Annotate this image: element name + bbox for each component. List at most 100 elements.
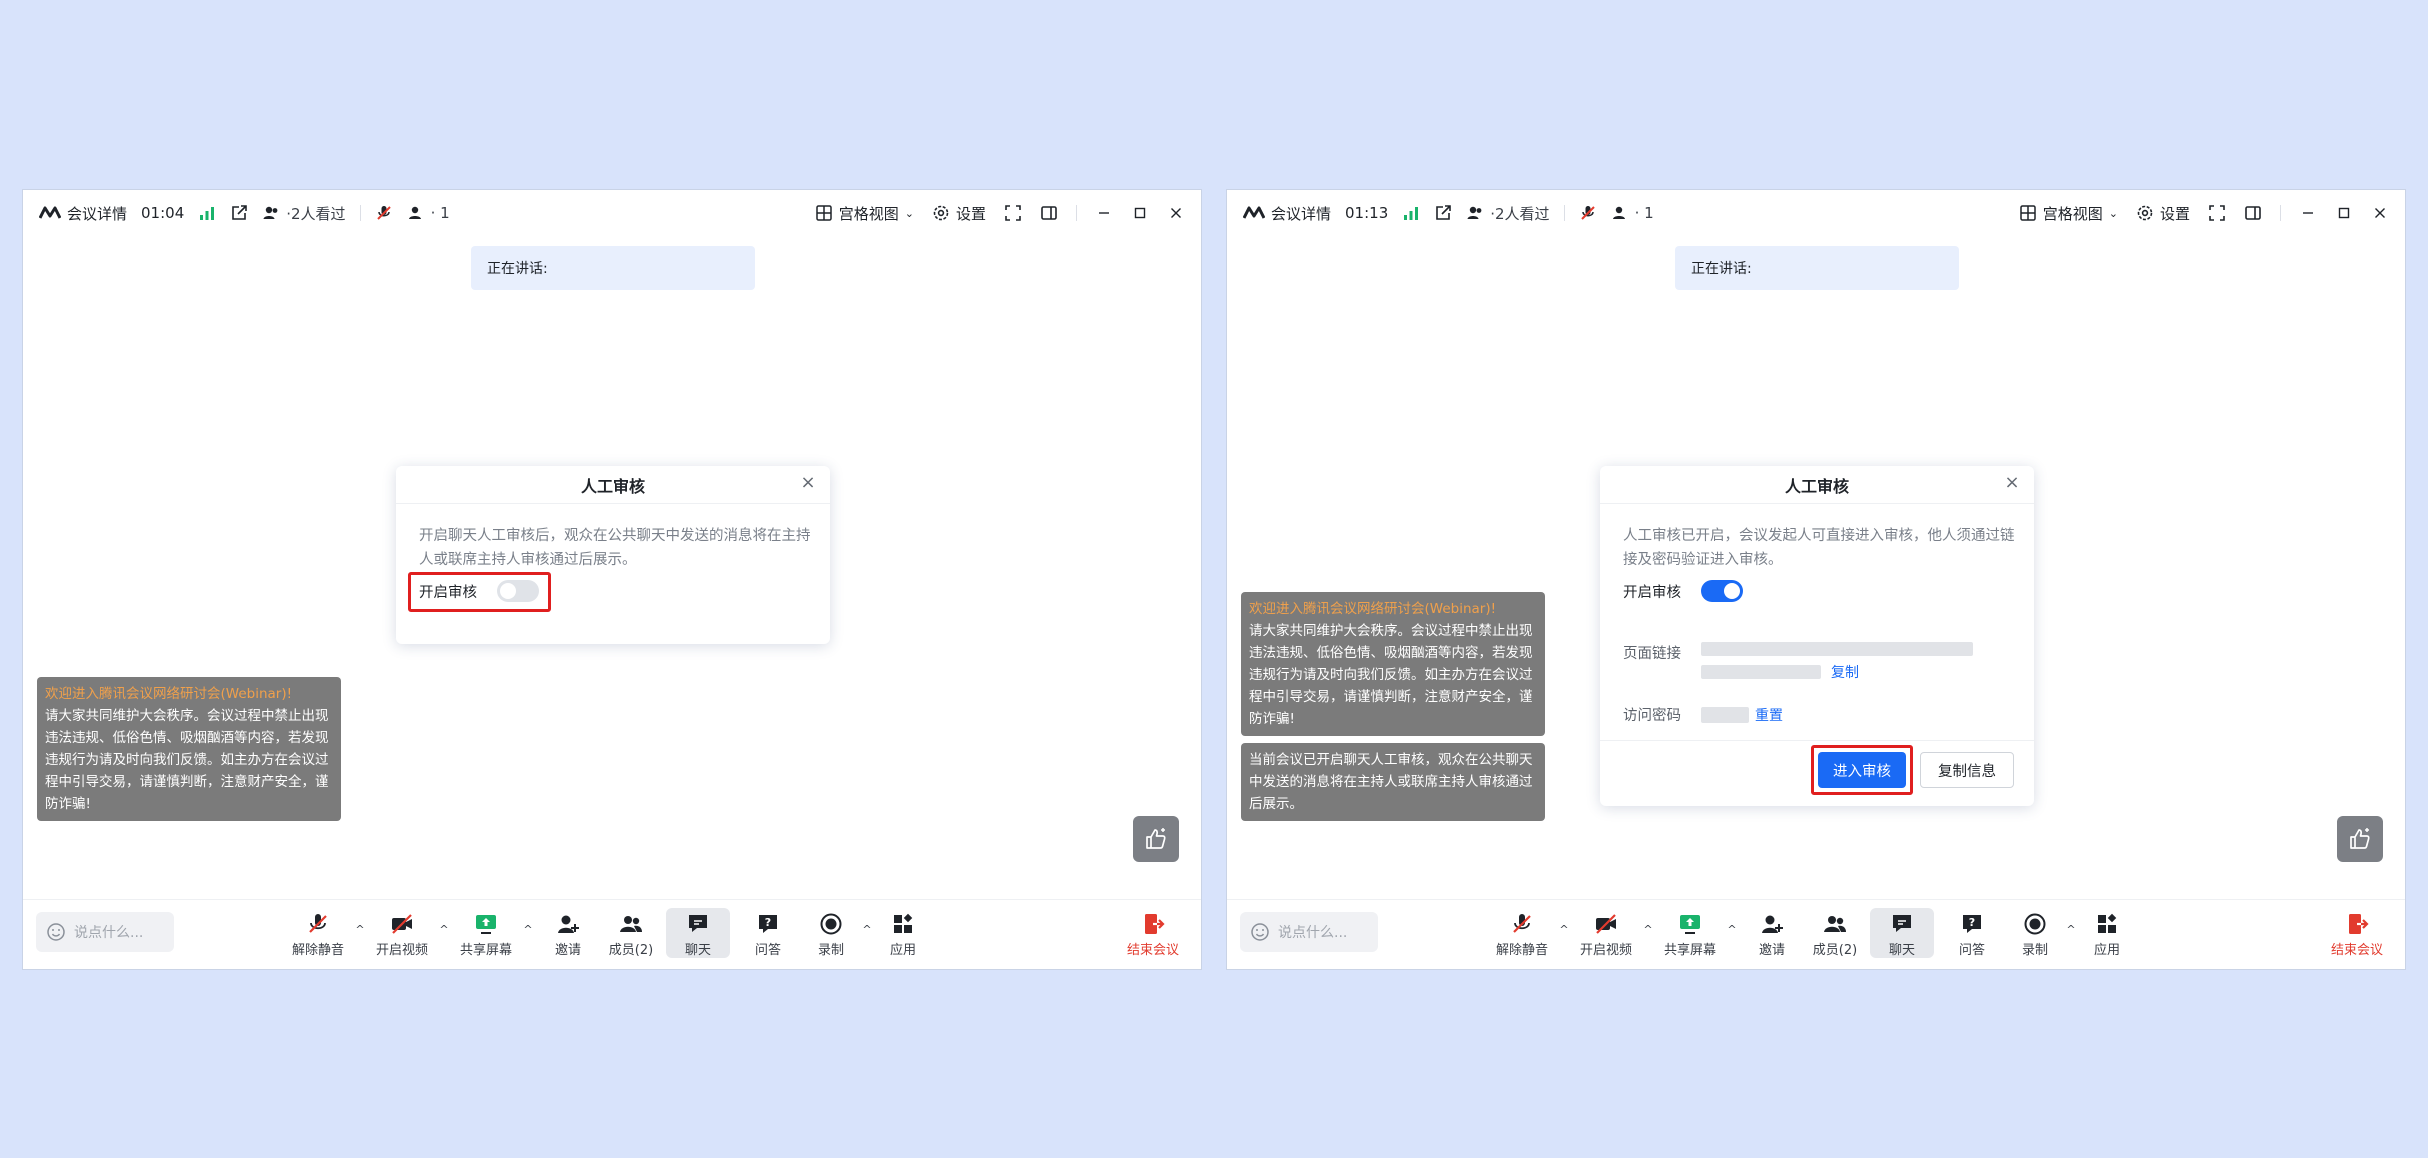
meeting-timer: 01:13	[1345, 204, 1389, 222]
fullscreen-icon[interactable]	[1004, 204, 1022, 222]
close-icon[interactable]	[1167, 204, 1185, 222]
dialog-close-icon[interactable]: ×	[798, 473, 818, 493]
toolbar-buttons: 解除静音 ^ 开启视频 ^ 共享屏幕 ^ 邀请 成员(2) 聊天 ? 问答 录制…	[1492, 908, 2132, 958]
chevron-up-icon: ^	[1727, 923, 1737, 936]
record-button[interactable]: 录制	[806, 908, 856, 958]
sidebar-toggle-icon[interactable]	[1040, 204, 1058, 222]
dialog-close-icon[interactable]: ×	[2002, 473, 2022, 493]
viewers-count[interactable]: ·2人看过	[1466, 203, 1550, 224]
minimize-icon[interactable]	[1095, 204, 1113, 222]
video-options-caret[interactable]: ^	[432, 908, 456, 958]
highlight-box	[1811, 745, 1913, 795]
maximize-icon[interactable]	[1131, 204, 1149, 222]
apps-button[interactable]: 应用	[2082, 908, 2132, 958]
end-meeting-button[interactable]: 结束会议	[1127, 912, 1179, 958]
welcome-body: 请大家共同维护大会秩序。会议过程中禁止出现违法违规、低俗色情、吸烟酗酒等内容，若…	[1249, 623, 1533, 727]
emoji-icon[interactable]	[1250, 922, 1270, 942]
speaking-indicator: 正在讲话:	[1675, 246, 1959, 290]
chat-input[interactable]: 说点什么...	[36, 912, 174, 952]
mic-muted-icon[interactable]	[375, 204, 393, 222]
unmute-options-caret[interactable]: ^	[348, 908, 372, 958]
members-icon	[1824, 916, 1846, 932]
manual-review-dialog: 人工审核 × 人工审核已开启，会议发起人可直接进入审核，他人须通过链接及密码验证…	[1600, 466, 2034, 806]
record-button[interactable]: 录制	[2010, 908, 2060, 958]
chat-button[interactable]: 聊天	[1870, 908, 1934, 958]
end-meeting-button[interactable]: 结束会议	[2331, 912, 2383, 958]
minimize-icon[interactable]	[2299, 204, 2317, 222]
review-enabled-text: 当前会议已开启聊天人工审核，观众在公共聊天中发送的消息将在主持人或联席主持人审核…	[1249, 752, 1533, 812]
share-screen-button[interactable]: 共享屏幕	[456, 908, 516, 958]
apps-button[interactable]: 应用	[878, 908, 928, 958]
record-options-caret[interactable]: ^	[856, 908, 878, 958]
chat-input[interactable]: 说点什么...	[1240, 912, 1378, 952]
reset-password-button[interactable]: 重置	[1755, 705, 1783, 725]
share-out-icon[interactable]	[230, 204, 248, 222]
share-options-caret[interactable]: ^	[516, 908, 540, 958]
share-out-icon[interactable]	[1434, 204, 1452, 222]
start-video-button[interactable]: 开启视频	[1576, 908, 1636, 958]
unmute-button[interactable]: 解除静音	[1492, 908, 1552, 958]
qa-label: 问答	[754, 943, 781, 958]
camera-off-icon	[1596, 914, 1616, 934]
attendee-count-label: · 1	[430, 204, 450, 222]
manual-review-dialog: 人工审核 × 开启聊天人工审核后，观众在公共聊天中发送的消息将在主持人或联席主持…	[396, 466, 830, 644]
share-screen-icon	[1680, 915, 1700, 934]
qa-label: 问答	[1958, 943, 1985, 958]
signal-bars-icon[interactable]	[1402, 204, 1420, 222]
chat-placeholder: 说点什么...	[1278, 925, 1348, 941]
unmute-button[interactable]: 解除静音	[288, 908, 348, 958]
page-link-row: 页面链接 复制	[1623, 642, 1973, 682]
qa-button[interactable]: ? 问答	[730, 908, 806, 958]
invite-button[interactable]: 邀请	[1744, 908, 1800, 958]
maximize-icon[interactable]	[2335, 204, 2353, 222]
svg-text:?: ?	[765, 916, 771, 929]
record-options-caret[interactable]: ^	[2060, 908, 2082, 958]
close-icon[interactable]	[2371, 204, 2389, 222]
copy-link-button[interactable]: 复制	[1831, 662, 1859, 682]
meeting-details-button[interactable]: 会议详情	[39, 203, 127, 224]
qa-button[interactable]: ? 问答	[1934, 908, 2010, 958]
chevron-down-icon: ⌄	[2108, 206, 2118, 220]
grid-view-icon	[816, 205, 832, 221]
enable-review-toggle[interactable]	[1701, 580, 1743, 602]
share-options-caret[interactable]: ^	[1720, 908, 1744, 958]
grid-view-dropdown[interactable]: 宫格视图 ⌄	[815, 203, 914, 224]
sidebar-toggle-icon[interactable]	[2244, 204, 2262, 222]
page-link-value-redacted	[1701, 665, 1821, 679]
members-button[interactable]: 成员(2)	[1800, 908, 1870, 958]
fullscreen-icon[interactable]	[2208, 204, 2226, 222]
copy-info-button[interactable]: 复制信息	[1920, 752, 2014, 788]
welcome-title: 欢迎进入腾讯会议网络研讨会(Webinar)!	[45, 686, 293, 702]
attendee-count[interactable]: · 1	[407, 204, 450, 222]
settings-button[interactable]: 设置	[932, 203, 986, 224]
record-label: 录制	[817, 943, 844, 958]
viewers-count[interactable]: ·2人看过	[262, 203, 346, 224]
apps-icon	[894, 913, 913, 933]
divider	[359, 205, 361, 221]
emoji-icon[interactable]	[46, 922, 66, 942]
settings-button[interactable]: 设置	[2136, 203, 2190, 224]
gear-icon	[933, 205, 949, 221]
divider	[1563, 205, 1565, 221]
share-screen-button[interactable]: 共享屏幕	[1660, 908, 1720, 958]
grid-view-dropdown[interactable]: 宫格视图 ⌄	[2019, 203, 2118, 224]
thumbs-up-button[interactable]	[1133, 816, 1179, 862]
settings-label: 设置	[955, 204, 986, 223]
video-options-caret[interactable]: ^	[1636, 908, 1660, 958]
signal-bars-icon[interactable]	[198, 204, 216, 222]
dialog-description: 开启聊天人工审核后，观众在公共聊天中发送的消息将在主持人或联席主持人审核通过后展…	[419, 528, 811, 568]
attendee-count[interactable]: · 1	[1611, 204, 1654, 222]
thumbs-up-button[interactable]	[2337, 816, 2383, 862]
unmute-label: 解除静音	[291, 943, 344, 958]
members-button[interactable]: 成员(2)	[596, 908, 666, 958]
grid-view-icon	[2020, 205, 2036, 221]
share-screen-icon	[476, 915, 496, 934]
viewers-icon	[263, 206, 278, 219]
unmute-options-caret[interactable]: ^	[1552, 908, 1576, 958]
chat-label: 聊天	[1888, 943, 1915, 958]
meeting-details-button[interactable]: 会议详情	[1243, 203, 1331, 224]
chat-button[interactable]: 聊天	[666, 908, 730, 958]
mic-muted-icon[interactable]	[1579, 204, 1597, 222]
start-video-button[interactable]: 开启视频	[372, 908, 432, 958]
invite-button[interactable]: 邀请	[540, 908, 596, 958]
